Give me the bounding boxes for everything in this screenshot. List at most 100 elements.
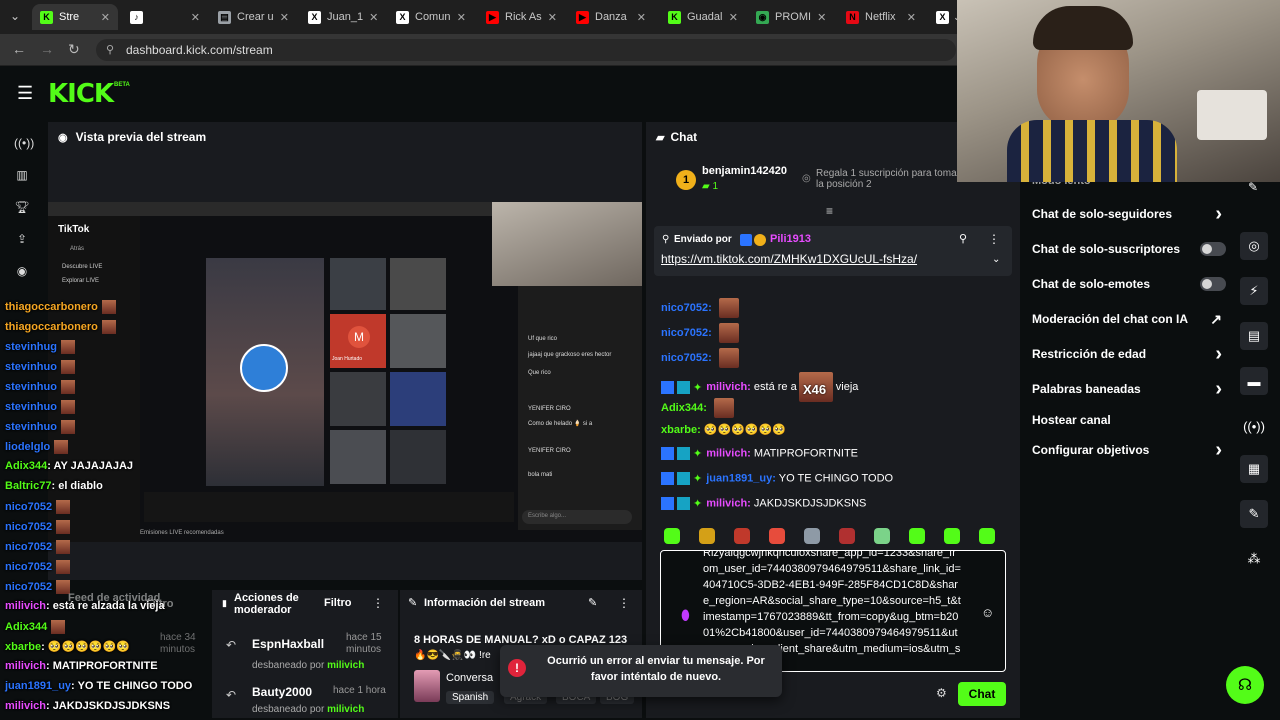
- layout-icon[interactable]: ▦: [1240, 455, 1268, 483]
- pinned-link[interactable]: https://vm.tiktok.com/ZMHKw1DXGUcUL-fsHz…: [661, 252, 917, 266]
- gifter-promo[interactable]: Regala 1 suscripción para tomar la posic…: [816, 168, 966, 190]
- quick-emote-icon[interactable]: [699, 528, 715, 544]
- nodes-icon[interactable]: ⁂: [1240, 545, 1268, 573]
- camera-settings-icon[interactable]: ◎: [1240, 232, 1268, 260]
- chevron-down-icon[interactable]: ⌄: [992, 254, 1000, 265]
- chat-username[interactable]: milivich:: [706, 447, 751, 459]
- tab-close-icon[interactable]: ✕: [631, 11, 646, 24]
- broadcast-icon[interactable]: ((•)): [14, 136, 34, 152]
- overlay-chat-user: liodelglo: [5, 440, 51, 453]
- setting-row[interactable]: Restricción de edad ›: [1032, 343, 1228, 365]
- kick-logo[interactable]: KICK: [48, 79, 114, 109]
- chat-username[interactable]: nico7052:: [661, 352, 712, 364]
- broadcast-icon[interactable]: ((•)): [1240, 412, 1268, 440]
- quick-emote-icon[interactable]: [839, 528, 855, 544]
- category-name[interactable]: Conversa: [446, 672, 493, 684]
- setting-row[interactable]: Chat de solo-seguidores ›: [1032, 203, 1228, 225]
- site-info-icon[interactable]: ⚲: [106, 39, 114, 61]
- hamburger-menu-icon[interactable]: ☰: [17, 83, 33, 104]
- quick-emote-icon[interactable]: [664, 528, 680, 544]
- left-nav: ((•)) ▥ 🏆︎ ⇪ ◉: [0, 124, 44, 294]
- quick-emote-icon[interactable]: [874, 528, 890, 544]
- trophy-icon[interactable]: 🏆︎: [14, 200, 30, 216]
- settings-gear-icon[interactable]: ⚙: [936, 686, 947, 700]
- tab-close-icon[interactable]: ✕: [901, 11, 916, 24]
- setting-row[interactable]: Configurar objetivos ›: [1032, 439, 1228, 461]
- wrench-icon[interactable]: ✎: [1240, 500, 1268, 528]
- quick-emote-icon[interactable]: [944, 528, 960, 544]
- mod-actions-filter[interactable]: Filtro: [324, 597, 352, 609]
- chat-text: está re a: [753, 380, 797, 393]
- tab-close-icon[interactable]: ✕: [542, 11, 557, 24]
- url-field[interactable]: ⚲ dashboard.kick.com/stream: [96, 39, 956, 61]
- mod-item-user[interactable]: Bauty2000: [252, 685, 312, 699]
- setting-row[interactable]: Chat de solo-emotes: [1032, 274, 1228, 294]
- chat-username[interactable]: juan1891_uy:: [706, 472, 776, 484]
- browser-tab[interactable]: N Netflix ✕: [838, 4, 924, 30]
- edit-pencil-icon[interactable]: ✎: [588, 596, 597, 609]
- lightning-icon[interactable]: ⚡︎: [1240, 277, 1268, 305]
- tab-close-icon[interactable]: ✕: [811, 11, 826, 24]
- activity-feed-filter[interactable]: Filtro: [146, 598, 174, 610]
- back-icon[interactable]: ←: [12, 41, 26, 57]
- browser-tab[interactable]: X Comun ✕: [388, 4, 474, 30]
- pinned-user[interactable]: Pili1913: [770, 233, 811, 245]
- quick-emote-icon[interactable]: [909, 528, 925, 544]
- tab-close-icon[interactable]: ✕: [185, 11, 200, 24]
- chat-icon[interactable]: ▬: [1240, 367, 1268, 395]
- browser-tab[interactable]: ▶ Rick As ✕: [478, 4, 564, 30]
- setting-label: Restricción de edad: [1032, 347, 1147, 361]
- setting-row[interactable]: Moderación del chat con IA ↗: [1032, 309, 1228, 329]
- browser-tab[interactable]: K Stre ✕: [32, 4, 118, 30]
- camera-icon[interactable]: ◉: [14, 264, 30, 280]
- emote-picker-icon[interactable]: ⬮: [681, 607, 690, 624]
- tab-close-icon[interactable]: ✕: [363, 11, 378, 24]
- mod-item-user[interactable]: EspnHaxball: [252, 637, 324, 651]
- forward-icon[interactable]: →: [40, 41, 54, 57]
- browser-tab[interactable]: X Juan_1 ✕: [300, 4, 386, 30]
- tab-close-icon[interactable]: ✕: [274, 11, 289, 24]
- quick-emote-icon[interactable]: [734, 528, 750, 544]
- unpin-icon[interactable]: ⚲: [959, 232, 967, 245]
- more-vertical-icon[interactable]: ⋮: [988, 232, 1000, 246]
- gifter-username[interactable]: benjamin142420: [702, 165, 787, 177]
- sub-badge-icon: [754, 234, 766, 246]
- quick-emote-icon[interactable]: [804, 528, 820, 544]
- reload-icon[interactable]: ↻: [68, 41, 80, 58]
- overlay-chat-user: xbarbe: [5, 641, 42, 653]
- more-vertical-icon[interactable]: ⋮: [618, 596, 630, 610]
- setting-row[interactable]: Chat de solo-suscriptores: [1032, 239, 1228, 259]
- chat-username[interactable]: Adix344:: [661, 402, 707, 414]
- setting-toggle[interactable]: [1200, 277, 1226, 291]
- browser-tab[interactable]: ▶ Danza ✕: [568, 4, 654, 30]
- quick-emote-icon[interactable]: [979, 528, 995, 544]
- browser-tab[interactable]: K Guadal ✕: [660, 4, 746, 30]
- support-headset-icon[interactable]: ☊: [1226, 666, 1264, 704]
- document-icon[interactable]: ▤: [1240, 322, 1268, 350]
- tab-search-chevron-icon[interactable]: ⌄: [10, 9, 20, 23]
- setting-toggle[interactable]: [1200, 242, 1226, 256]
- browser-tab[interactable]: ▤ Crear u ✕: [210, 4, 296, 30]
- more-vertical-icon[interactable]: ⋮: [372, 596, 384, 610]
- collapse-icon[interactable]: ≡: [826, 204, 833, 218]
- inner-guest-name: Joan Hurtado: [332, 356, 363, 362]
- chat-username[interactable]: nico7052:: [661, 327, 712, 339]
- tab-close-icon[interactable]: ✕: [95, 11, 110, 24]
- browser-tab[interactable]: ♪ ✕: [122, 4, 208, 30]
- chat-username[interactable]: nico7052:: [661, 302, 712, 314]
- upload-icon[interactable]: ⇪: [14, 232, 30, 248]
- chat-username[interactable]: xbarbe:: [661, 424, 701, 436]
- smiley-icon[interactable]: ☺: [981, 605, 994, 620]
- browser-tab[interactable]: XJ: [928, 4, 958, 30]
- setting-row[interactable]: Hostear canal: [1032, 410, 1228, 430]
- chat-username[interactable]: milivich:: [706, 497, 751, 509]
- edit-icon[interactable]: ✎: [1248, 180, 1258, 194]
- chat-username[interactable]: milivich:: [706, 381, 751, 393]
- analytics-icon[interactable]: ▥: [14, 168, 30, 184]
- setting-row[interactable]: Palabras baneadas ›: [1032, 378, 1228, 400]
- quick-emote-icon[interactable]: [769, 528, 785, 544]
- send-chat-button[interactable]: Chat: [958, 682, 1006, 706]
- tab-close-icon[interactable]: ✕: [451, 11, 466, 24]
- tab-close-icon[interactable]: ✕: [723, 11, 738, 24]
- browser-tab[interactable]: ◉ PROMI ✕: [748, 4, 834, 30]
